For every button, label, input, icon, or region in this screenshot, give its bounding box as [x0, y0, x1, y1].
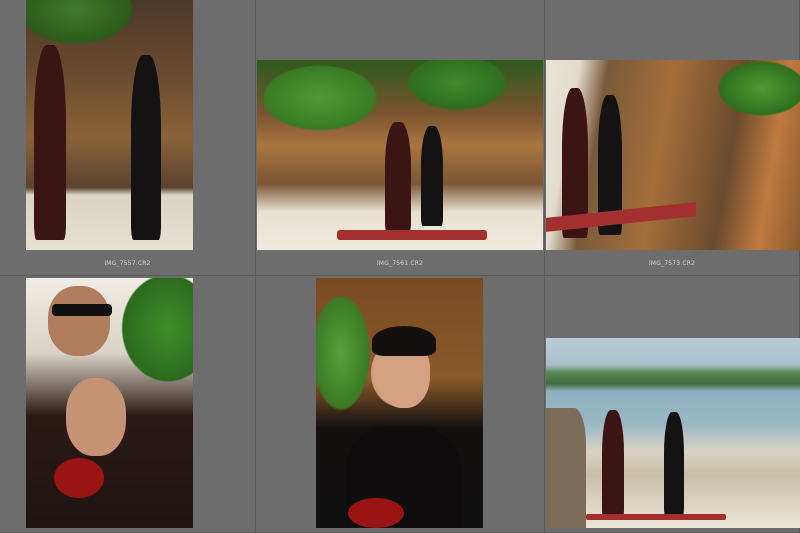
thumbnail-cell[interactable] [0, 276, 256, 533]
thumbnail-cell[interactable]: IMG_7557.CR2 [0, 0, 256, 276]
rug [337, 230, 487, 240]
rocks [546, 408, 586, 528]
groom-face [48, 286, 110, 356]
bride-figure [664, 412, 684, 516]
roses [348, 498, 404, 528]
roses [54, 458, 104, 498]
groom-figure [602, 410, 624, 518]
thumbnail-grid: IMG_7557.CR2 IMG_7561.CR2 IMG_7573.CR2 [0, 0, 800, 533]
thumbnail-image[interactable] [26, 278, 193, 528]
thumbnail-cell[interactable] [545, 276, 800, 533]
thumbnail-filename: IMG_7561.CR2 [376, 260, 424, 267]
bride-hair [372, 326, 436, 356]
groom-figure [34, 45, 66, 240]
thumbnail-image[interactable] [257, 60, 543, 250]
thumbnail-filename: IMG_7557.CR2 [104, 260, 151, 267]
bride-figure [421, 126, 443, 226]
thumbnail-image[interactable] [546, 60, 800, 250]
thumbnail-cell[interactable]: IMG_7561.CR2 [256, 0, 545, 276]
thumbnail-filename: IMG_7573.CR2 [648, 260, 696, 267]
thumbnail-image[interactable] [316, 278, 483, 528]
sunglasses [52, 304, 112, 316]
thumbnail-cell[interactable]: IMG_7573.CR2 [545, 0, 800, 276]
bride-figure [131, 55, 161, 240]
thumbnail-image[interactable] [546, 338, 800, 528]
groom-figure [385, 122, 411, 232]
thumbnail-cell[interactable] [256, 276, 545, 533]
bride-face [66, 378, 126, 456]
thumbnail-image[interactable] [26, 0, 193, 250]
rug [586, 514, 726, 520]
